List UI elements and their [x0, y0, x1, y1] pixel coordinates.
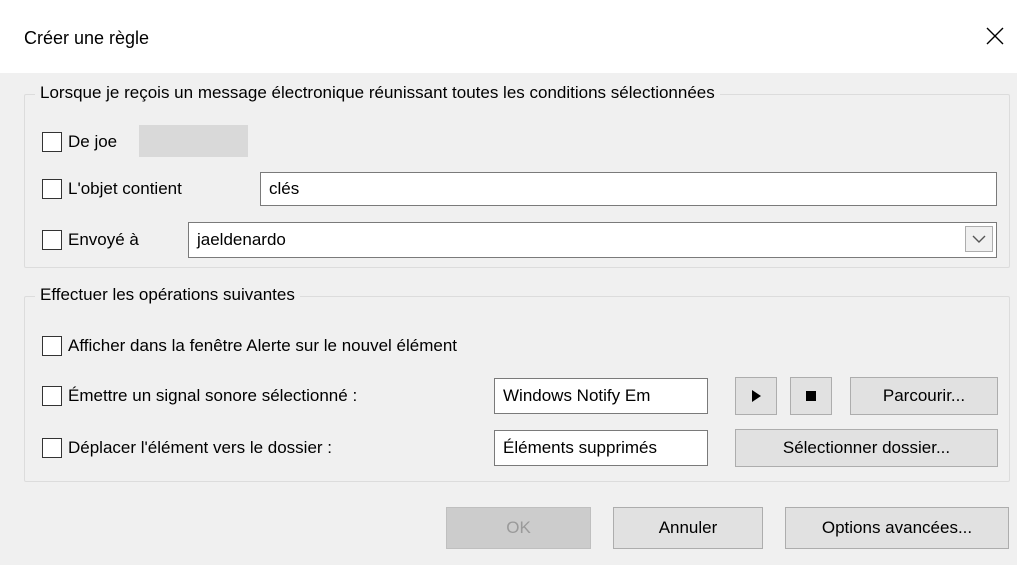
- subject-row: L'objet contient: [42, 178, 182, 200]
- play-icon: [752, 390, 761, 402]
- sent-to-combobox[interactable]: jaeldenardo: [188, 222, 997, 258]
- sent-to-checkbox[interactable]: [42, 230, 62, 250]
- advanced-options-button[interactable]: Options avancées...: [785, 507, 1009, 549]
- folder-input[interactable]: Éléments supprimés: [494, 430, 708, 466]
- sound-checkbox[interactable]: [42, 386, 62, 406]
- browse-button[interactable]: Parcourir...: [850, 377, 998, 415]
- sender-address-redacted: [139, 125, 248, 157]
- sound-label: Émettre un signal sonore sélectionné :: [68, 386, 358, 405]
- stop-button[interactable]: [790, 377, 832, 415]
- subject-input[interactable]: clés: [260, 172, 997, 206]
- sound-file-input[interactable]: Windows Notify Em: [494, 378, 708, 414]
- subject-value: clés: [269, 179, 300, 198]
- ok-button[interactable]: OK: [446, 507, 591, 549]
- sound-row: Émettre un signal sonore sélectionné :: [42, 385, 357, 407]
- close-button[interactable]: [973, 14, 1017, 58]
- move-label: Déplacer l'élément vers le dossier :: [68, 438, 333, 457]
- select-folder-label: Sélectionner dossier...: [782, 438, 951, 457]
- title-bar: Créer une règle: [0, 0, 1017, 73]
- dialog-title: Créer une règle: [24, 28, 150, 48]
- from-row: De joe: [42, 131, 117, 153]
- from-checkbox[interactable]: [42, 132, 62, 152]
- cancel-button[interactable]: Annuler: [613, 507, 763, 549]
- alert-label: Afficher dans la fenêtre Alerte sur le n…: [68, 336, 458, 355]
- cancel-label: Annuler: [658, 518, 718, 537]
- sent-to-value: jaeldenardo: [197, 230, 286, 249]
- sound-file-value: Windows Notify Em: [503, 386, 651, 405]
- advanced-options-label: Options avancées...: [821, 518, 973, 537]
- alert-row: Afficher dans la fenêtre Alerte sur le n…: [42, 335, 457, 357]
- play-button[interactable]: [735, 377, 777, 415]
- ok-label: OK: [506, 518, 531, 537]
- actions-legend: Effectuer les opérations suivantes: [35, 285, 300, 305]
- sent-to-row: Envoyé à: [42, 229, 139, 251]
- close-icon: [986, 27, 1004, 45]
- subject-checkbox[interactable]: [42, 179, 62, 199]
- create-rule-dialog: Créer une règle Lorsque je reçois un mes…: [0, 0, 1017, 565]
- conditions-legend: Lorsque je reçois un message électroniqu…: [35, 83, 720, 103]
- select-folder-button[interactable]: Sélectionner dossier...: [735, 429, 998, 467]
- browse-label: Parcourir...: [882, 386, 966, 405]
- move-row: Déplacer l'élément vers le dossier :: [42, 437, 332, 459]
- from-label: De joe: [68, 132, 118, 151]
- sent-to-label: Envoyé à: [68, 230, 139, 249]
- stop-icon: [806, 391, 816, 401]
- folder-value: Éléments supprimés: [503, 438, 658, 457]
- alert-checkbox[interactable]: [42, 336, 62, 356]
- chevron-down-icon: [972, 235, 986, 243]
- sent-to-dropdown-button[interactable]: [965, 226, 993, 252]
- move-checkbox[interactable]: [42, 438, 62, 458]
- subject-label: L'objet contient: [68, 179, 182, 198]
